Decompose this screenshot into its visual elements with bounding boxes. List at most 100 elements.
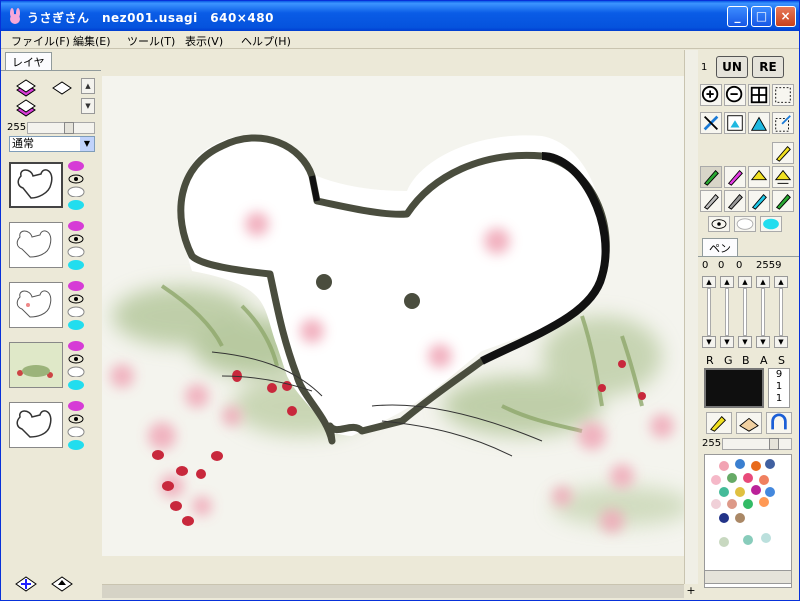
layer-row[interactable] [9,278,87,334]
copy-layer-icon[interactable] [49,78,75,98]
eye-icon[interactable] [67,173,85,184]
layer-up-icon[interactable] [49,574,75,594]
layer-visible-icon[interactable] [67,400,85,411]
palette-swatch[interactable] [719,513,729,523]
slider-b[interactable]: ▲ ▼ [738,276,752,348]
layer-row[interactable] [9,398,87,454]
pen-green2-icon[interactable] [772,190,794,212]
palette-opacity-slider[interactable] [722,438,792,450]
magnet-icon[interactable] [766,412,792,434]
layer-thumbnail[interactable] [9,162,63,208]
palette-swatch[interactable] [765,487,775,497]
eye-icon[interactable] [67,293,85,304]
menu-file[interactable]: ファイル(F) [11,33,70,49]
palette-opacity-thumb[interactable] [769,438,779,450]
palette-swatch[interactable] [759,497,769,507]
menu-edit[interactable]: 編集(E) [73,33,111,49]
layer-visible-icon[interactable] [67,160,85,171]
canvas-horizontal-scrollbar[interactable] [102,584,684,598]
palette-swatch[interactable] [765,459,775,469]
undo-button[interactable]: UN [716,56,748,78]
layer-row[interactable] [9,158,87,214]
fill-icon[interactable] [748,166,770,188]
palette-swatch[interactable] [727,499,737,509]
swap-color-icon[interactable] [706,412,732,434]
grid-icon[interactable] [748,84,770,106]
palette-swatch[interactable] [711,475,721,485]
menu-view[interactable]: 表示(V) [185,33,223,49]
eye-icon[interactable] [67,233,85,244]
layer-row[interactable] [9,218,87,274]
zoom-out-icon[interactable] [724,84,746,106]
layer-lock-icon[interactable] [67,246,85,257]
opacity-slider-thumb[interactable] [64,122,74,134]
canvas-vertical-scrollbar[interactable] [684,50,698,586]
palette-swatch[interactable] [735,513,745,523]
move-icon[interactable] [724,112,746,134]
palette-swatch[interactable] [719,461,729,471]
layer-lock-icon[interactable] [67,306,85,317]
palette-swatch[interactable] [759,475,769,485]
menu-tool[interactable]: ツール(T) [127,33,175,49]
rotate-icon[interactable] [772,112,794,134]
tab-layer[interactable]: レイヤ [5,52,52,71]
layer-lock-icon[interactable] [67,426,85,437]
slider-g[interactable]: ▲ ▼ [720,276,734,348]
blend-mode-select[interactable]: 通常 ▼ [9,136,95,152]
layer-lock-icon[interactable] [67,366,85,377]
palette-scrollbar[interactable] [704,570,792,584]
layer-mask-icon[interactable] [67,439,85,450]
fill2-icon[interactable] [772,166,794,188]
flip-icon[interactable] [748,112,770,134]
palette-swatch[interactable] [719,487,729,497]
opacity-slider[interactable] [27,122,95,134]
merge-layer-icon[interactable] [13,574,39,594]
palette-swatch[interactable] [727,473,737,483]
layer-mask-icon[interactable] [67,379,85,390]
pen-cyan-icon[interactable] [748,190,770,212]
layer-visible-icon[interactable] [67,340,85,351]
palette-swatch[interactable] [735,459,745,469]
pen-green-icon[interactable] [700,166,722,188]
palette-swatch[interactable] [735,487,745,497]
layer-thumbnail[interactable] [9,342,63,388]
redo-button[interactable]: RE [752,56,784,78]
layer-lock-icon[interactable] [67,186,85,197]
layer-row[interactable] [9,338,87,394]
close-button[interactable]: × [775,6,796,27]
delete-layer-icon[interactable] [13,98,39,118]
new-layer-icon[interactable] [13,78,39,98]
layer-scroll-up[interactable]: ▲ [81,78,95,94]
layer-mask-icon[interactable] [67,199,85,210]
eye-icon[interactable] [67,353,85,364]
layer-mask-icon[interactable] [67,259,85,270]
eraser2-icon[interactable] [724,190,746,212]
layer-thumbnail[interactable] [9,222,63,268]
title-bar[interactable]: うさぎさん nez001.usagi 640×480 _ □ × [1,1,799,31]
eye-icon[interactable] [708,216,730,232]
palette-swatch[interactable] [711,499,721,509]
layer-thumbnail[interactable] [9,282,63,328]
eraser-icon[interactable] [700,190,722,212]
select-rect-icon[interactable] [772,84,794,106]
zoom-corner-icon[interactable]: + [684,584,698,598]
palette-swatch[interactable] [743,473,753,483]
menu-help[interactable]: ヘルプ(H) [241,33,291,49]
chevron-down-icon[interactable]: ▼ [80,137,94,151]
lasso-icon[interactable] [700,112,722,134]
layer-visible-icon[interactable] [67,220,85,231]
minimize-button[interactable]: _ [727,6,748,27]
palette-swatch[interactable] [743,535,753,545]
white-mode-icon[interactable] [734,216,756,232]
tab-pen[interactable]: ペン [702,238,738,257]
maximize-button[interactable]: □ [751,6,772,27]
layer-scroll-down[interactable]: ▼ [81,98,95,114]
palette-swatch[interactable] [743,499,753,509]
zoom-in-icon[interactable] [700,84,722,106]
drawing-canvas[interactable] [102,76,684,556]
slider-a[interactable]: ▲ ▼ [756,276,770,348]
layer-mask-icon[interactable] [67,319,85,330]
palette-swatch[interactable] [761,533,771,543]
layer-thumbnail[interactable] [9,402,63,448]
layer-visible-icon[interactable] [67,280,85,291]
